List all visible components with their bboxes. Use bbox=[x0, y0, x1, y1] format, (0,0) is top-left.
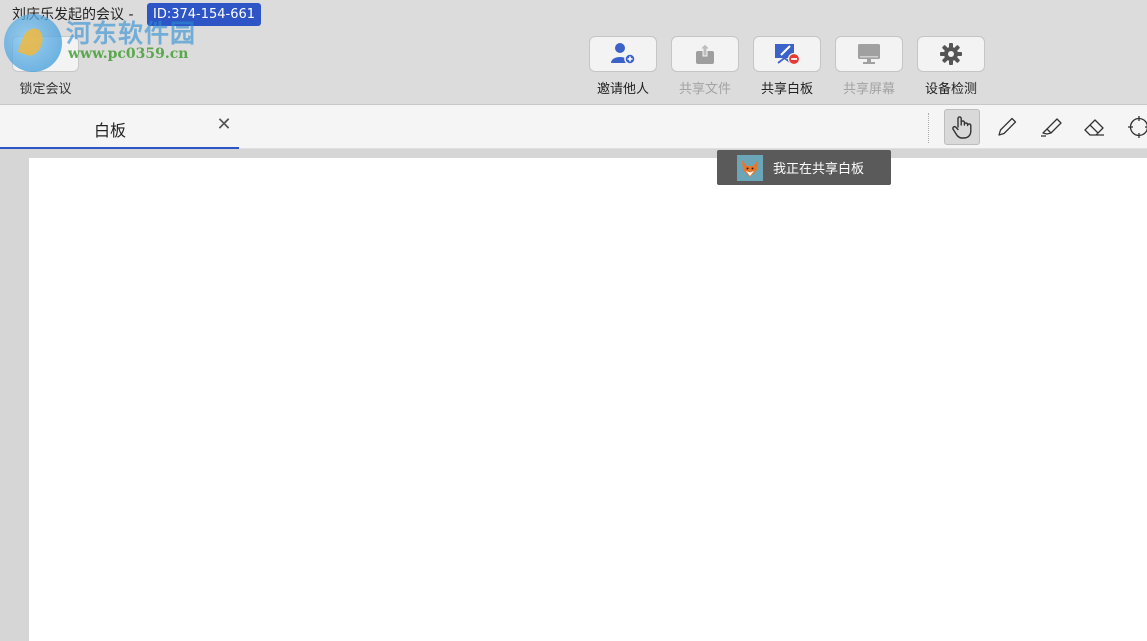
close-icon[interactable]: ✕ bbox=[214, 115, 234, 135]
laser-pointer-button[interactable] bbox=[1121, 109, 1147, 145]
share-file-label: 共享文件 bbox=[678, 82, 731, 97]
fox-avatar-icon bbox=[737, 154, 763, 181]
toast-message: 我正在共享白板 bbox=[773, 162, 865, 177]
pencil-tool-button[interactable] bbox=[989, 109, 1025, 145]
share-screen-icon bbox=[858, 44, 880, 64]
whiteboard-tool: 共享白板 bbox=[753, 36, 821, 97]
invite-user-icon bbox=[611, 43, 636, 65]
share-screen-button[interactable] bbox=[835, 36, 903, 72]
share-file-tool: 共享文件 bbox=[671, 36, 739, 97]
share-screen-tool: 共享屏幕 bbox=[835, 36, 903, 97]
meeting-header: 刘庆乐发起的会议 - ID:374-154-661 锁定会议 河东软件园 www… bbox=[0, 0, 1147, 105]
watermark-url: www.pc0359.cn bbox=[68, 46, 189, 62]
whiteboard-icon bbox=[775, 44, 801, 66]
watermark-name: 河东软件园 bbox=[66, 19, 197, 48]
highlighter-tool-button[interactable] bbox=[1033, 109, 1069, 145]
invite-button[interactable] bbox=[589, 36, 657, 72]
invite-tool: 邀请他人 bbox=[589, 36, 657, 97]
sharing-toast: 我正在共享白板 bbox=[717, 150, 891, 185]
eraser-icon bbox=[1084, 119, 1104, 136]
device-check-label: 设备检测 bbox=[924, 82, 977, 97]
gear-icon bbox=[940, 43, 962, 65]
highlighter-icon bbox=[1041, 118, 1062, 137]
device-check-tool: 设备检测 bbox=[917, 36, 985, 97]
avatar bbox=[737, 154, 763, 181]
tab-whiteboard-label: 白板 bbox=[94, 121, 127, 140]
share-screen-label: 共享屏幕 bbox=[842, 82, 895, 97]
watermark-logo: 河东软件园 www.pc0359.cn bbox=[4, 10, 214, 72]
hand-icon bbox=[952, 116, 972, 139]
pencil-icon bbox=[998, 117, 1017, 136]
eraser-tool-button[interactable] bbox=[1077, 109, 1113, 145]
hand-tool-button[interactable] bbox=[944, 109, 980, 145]
lock-meeting-label: 锁定会议 bbox=[19, 82, 72, 97]
whiteboard-label: 共享白板 bbox=[760, 82, 813, 97]
invite-label: 邀请他人 bbox=[596, 82, 649, 97]
tab-bar: 白板 ✕ bbox=[0, 105, 1147, 149]
whiteboard-button[interactable] bbox=[753, 36, 821, 72]
share-file-button[interactable] bbox=[671, 36, 739, 72]
share-file-icon bbox=[696, 43, 714, 64]
crosshair-icon bbox=[1128, 116, 1147, 138]
toolbar-divider bbox=[928, 113, 930, 143]
whiteboard-area bbox=[0, 149, 1147, 641]
tab-whiteboard[interactable]: 白板 ✕ bbox=[0, 105, 239, 149]
whiteboard-canvas[interactable] bbox=[29, 158, 1147, 641]
device-check-button[interactable] bbox=[917, 36, 985, 72]
